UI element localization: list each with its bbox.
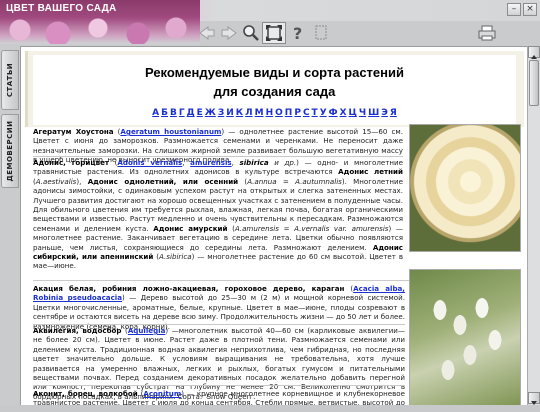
alphabet-link[interactable]: Х [340,108,347,118]
forward-arrow-icon [221,26,237,40]
document-view: Рекомендуемые виды и сорта растений для … [20,46,527,405]
alphabet-link[interactable]: Г [179,108,185,118]
entry-aconitum-name: Аконит, борец, волкобой [33,389,138,398]
tab-articles[interactable]: СТАТЬИ [1,50,19,110]
side-tab-bar: СТАТЬИ ДЕМОВЕРСИИ [0,46,20,405]
scroll-thumb[interactable] [529,60,539,106]
tab-demos-label: ДЕМОВЕРСИИ [6,120,14,182]
entry-ageratum-name: Агератум Хоустона [33,127,114,136]
entry-adonis-latin-link[interactable]: Adonis vernalis [117,158,182,167]
entry-ageratum-latin-link[interactable]: Ageratum houstonianum [120,127,221,136]
alphabet-link[interactable]: О [275,108,283,118]
entry-adonis-latin4: A.aestivalis [35,176,77,186]
alphabet-link[interactable]: К [236,108,243,118]
entry-adonis-amur: Адонис амурский [153,223,228,233]
tab-articles-label: СТАТЬИ [6,62,14,98]
alphabet-link[interactable]: Ф [329,108,338,118]
question-icon: ? [293,24,302,42]
scroll-up-button[interactable] [528,46,540,59]
entry-adonis-summer: Адонис летний [338,167,403,177]
alphabet-link[interactable]: Д [187,108,195,118]
close-button[interactable]: × [523,3,537,16]
alphabet-link[interactable]: Ж [205,108,216,118]
entry-adonis-latin6: A.amurensis = A.vernalis var. amurensis [234,223,389,233]
alphabet-index: АБВГДЕЖЗИКЛМНОПРСТУФХЦЧШЭЯ [33,108,516,118]
bookmark-icon [315,25,327,40]
minimize-button[interactable]: – [507,3,521,16]
alphabet-link[interactable]: А [152,108,159,118]
article-content: Агератум Хоустона (Ageratum houstonianum… [25,124,524,405]
page-header: Рекомендуемые виды и сорта растений для … [33,55,516,125]
alphabet-link[interactable]: Э [381,108,388,118]
alphabet-link[interactable]: Н [266,108,274,118]
alphabet-link[interactable]: В [170,108,177,118]
alphabet-link[interactable]: С [303,108,310,118]
entry-acacia-name: Акация белая, робиния ложно-акациевая, г… [33,284,345,293]
app-window: ЦВЕТ ВАШЕГО САДА – × ? СТАТЬИ ДЕМОВЕРСИИ… [0,0,540,405]
alphabet-link[interactable]: Ш [368,108,379,118]
entry-adonis-latin7: A.sibirica [159,252,192,262]
fullscreen-button[interactable] [262,22,286,44]
page-subtitle: для создания сада [213,84,336,99]
entry-aconitum: Аконит, борец, волкобой (Aconitum) — кру… [33,389,405,405]
bookmark-button[interactable] [310,22,332,44]
entry-adonis-sibirica: sibirica [239,158,269,167]
alphabet-link[interactable]: У [320,108,327,118]
entry-adonis: Адонис, горицвет (Adonis vernalis, amure… [33,158,403,271]
magnifier-icon [243,25,259,41]
alphabet-link[interactable]: Ц [349,108,357,118]
forward-button[interactable] [218,22,240,44]
entry-adonis-annual: Адонис однолетний, или осенний [87,176,239,186]
entry-adonis-name: Адонис, горицвет [33,158,110,167]
arrow-down-icon [531,401,537,405]
vertical-scrollbar[interactable] [527,46,540,405]
entry-aquilegia-latin-link[interactable]: Aquilegia [128,326,166,335]
alphabet-link[interactable]: Ч [359,108,366,118]
entry-aconitum-latin-link[interactable]: Aconitum [143,389,181,398]
alphabet-link[interactable]: З [218,108,224,118]
alphabet-link[interactable]: Т [312,108,318,118]
tab-demos[interactable]: ДЕМОВЕРСИИ [1,114,19,188]
divider [33,156,403,157]
divider [33,385,405,386]
app-title: ЦВЕТ ВАШЕГО САДА [6,3,117,14]
entry-aquilegia-name: Аквилегия, водосбор [33,326,122,335]
help-button[interactable]: ? [288,22,310,44]
alphabet-link[interactable]: Б [161,108,168,118]
scroll-down-button[interactable] [528,392,540,405]
alphabet-link[interactable]: М [255,108,264,118]
back-arrow-icon [199,26,215,40]
svg-text:?: ? [293,24,302,42]
page-title: Рекомендуемые виды и сорта растений [144,65,404,80]
acacia-photo [409,269,521,405]
printer-icon [478,25,496,41]
alphabet-link[interactable]: Я [390,108,397,118]
entry-adonis-amurensis-link[interactable]: amurensis [190,158,231,167]
alphabet-link[interactable]: Л [245,108,252,118]
fullscreen-icon [266,25,282,41]
entry-adonis-latin5: A.annua = A.autumnalis [247,176,342,186]
alphabet-link[interactable]: И [226,108,234,118]
rose-photo [409,124,521,252]
divider [33,324,405,325]
search-button[interactable] [240,22,262,44]
alphabet-link[interactable]: П [285,108,293,118]
alphabet-link[interactable]: Е [197,108,203,118]
print-button[interactable] [476,22,498,44]
back-button[interactable] [196,22,218,44]
alphabet-link[interactable]: Р [294,108,301,118]
